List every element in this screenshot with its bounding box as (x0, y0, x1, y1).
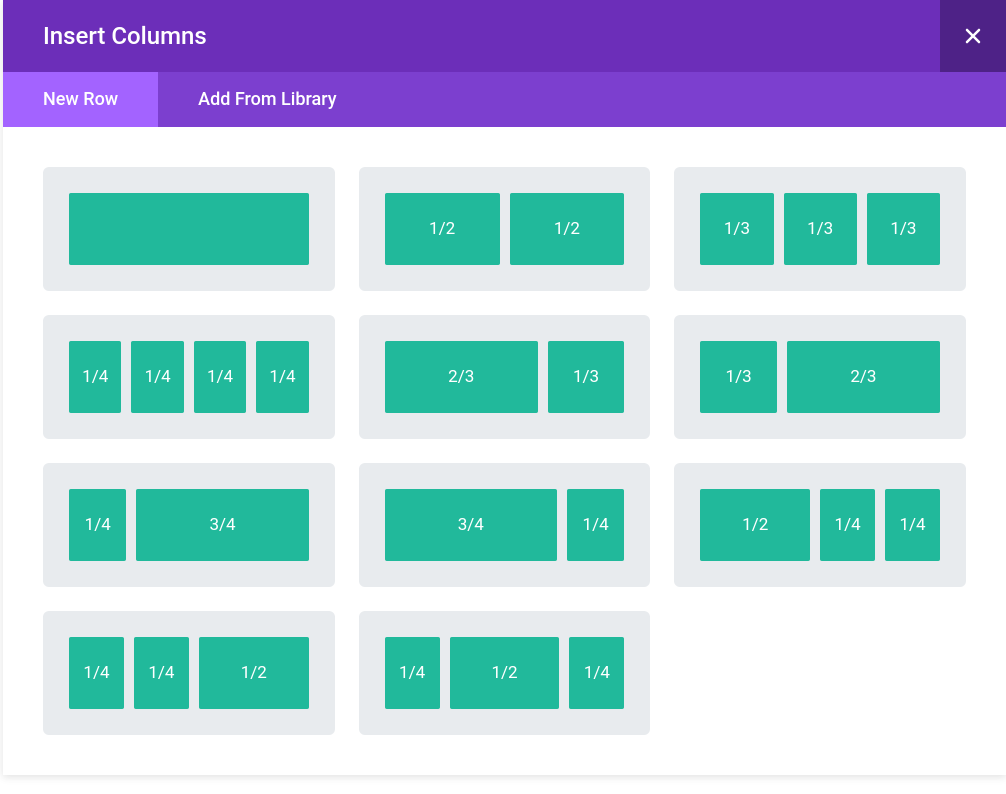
tabs-bar: New Row Add From Library (3, 72, 1006, 127)
col-half: 1/2 (450, 637, 560, 709)
col-two-thirds: 2/3 (787, 341, 940, 413)
col-half: 1/2 (510, 193, 625, 265)
tab-add-from-library[interactable]: Add From Library (158, 72, 376, 127)
layout-option-threequarter-quarter[interactable]: 3/4 1/4 (359, 463, 651, 587)
col-quarter: 1/4 (569, 637, 624, 709)
col-full (69, 193, 309, 265)
col-third: 1/3 (700, 193, 773, 265)
col-quarter: 1/4 (69, 489, 126, 561)
col-third: 1/3 (784, 193, 857, 265)
col-third: 1/3 (700, 341, 777, 413)
col-three-quarters: 3/4 (385, 489, 557, 561)
col-quarter: 1/4 (131, 341, 183, 413)
close-button[interactable] (940, 0, 1006, 72)
col-quarter: 1/4 (256, 341, 308, 413)
col-two-thirds: 2/3 (385, 341, 538, 413)
col-quarter: 1/4 (885, 489, 940, 561)
modal-header: Insert Columns (3, 0, 1006, 72)
layout-option-quarter-quarter-half[interactable]: 1/4 1/4 1/2 (43, 611, 335, 735)
col-half: 1/2 (199, 637, 309, 709)
layouts-grid: 1/2 1/2 1/3 1/3 1/3 1/4 1/4 1/4 1/4 2/3 … (3, 127, 1006, 775)
layout-option-half-half[interactable]: 1/2 1/2 (359, 167, 651, 291)
layout-option-quarter-threequarter[interactable]: 1/4 3/4 (43, 463, 335, 587)
col-quarter: 1/4 (820, 489, 875, 561)
col-quarter: 1/4 (69, 341, 121, 413)
col-third: 1/3 (867, 193, 940, 265)
layout-option-thirds[interactable]: 1/3 1/3 1/3 (674, 167, 966, 291)
layout-option-third-twothird[interactable]: 1/3 2/3 (674, 315, 966, 439)
col-third: 1/3 (548, 341, 625, 413)
col-quarter: 1/4 (69, 637, 124, 709)
close-icon (965, 28, 981, 44)
col-quarter: 1/4 (385, 637, 440, 709)
modal-title: Insert Columns (43, 22, 207, 50)
layout-option-quarters[interactable]: 1/4 1/4 1/4 1/4 (43, 315, 335, 439)
layout-option-half-quarter-quarter[interactable]: 1/2 1/4 1/4 (674, 463, 966, 587)
layout-option-twothird-third[interactable]: 2/3 1/3 (359, 315, 651, 439)
col-quarter: 1/4 (194, 341, 246, 413)
col-half: 1/2 (385, 193, 500, 265)
col-three-quarters: 3/4 (136, 489, 308, 561)
tab-new-row[interactable]: New Row (3, 72, 158, 127)
layout-option-full[interactable] (43, 167, 335, 291)
layout-option-quarter-half-quarter[interactable]: 1/4 1/2 1/4 (359, 611, 651, 735)
col-quarter: 1/4 (134, 637, 189, 709)
insert-columns-modal: Insert Columns New Row Add From Library … (3, 0, 1006, 775)
col-quarter: 1/4 (567, 489, 624, 561)
col-half: 1/2 (700, 489, 810, 561)
